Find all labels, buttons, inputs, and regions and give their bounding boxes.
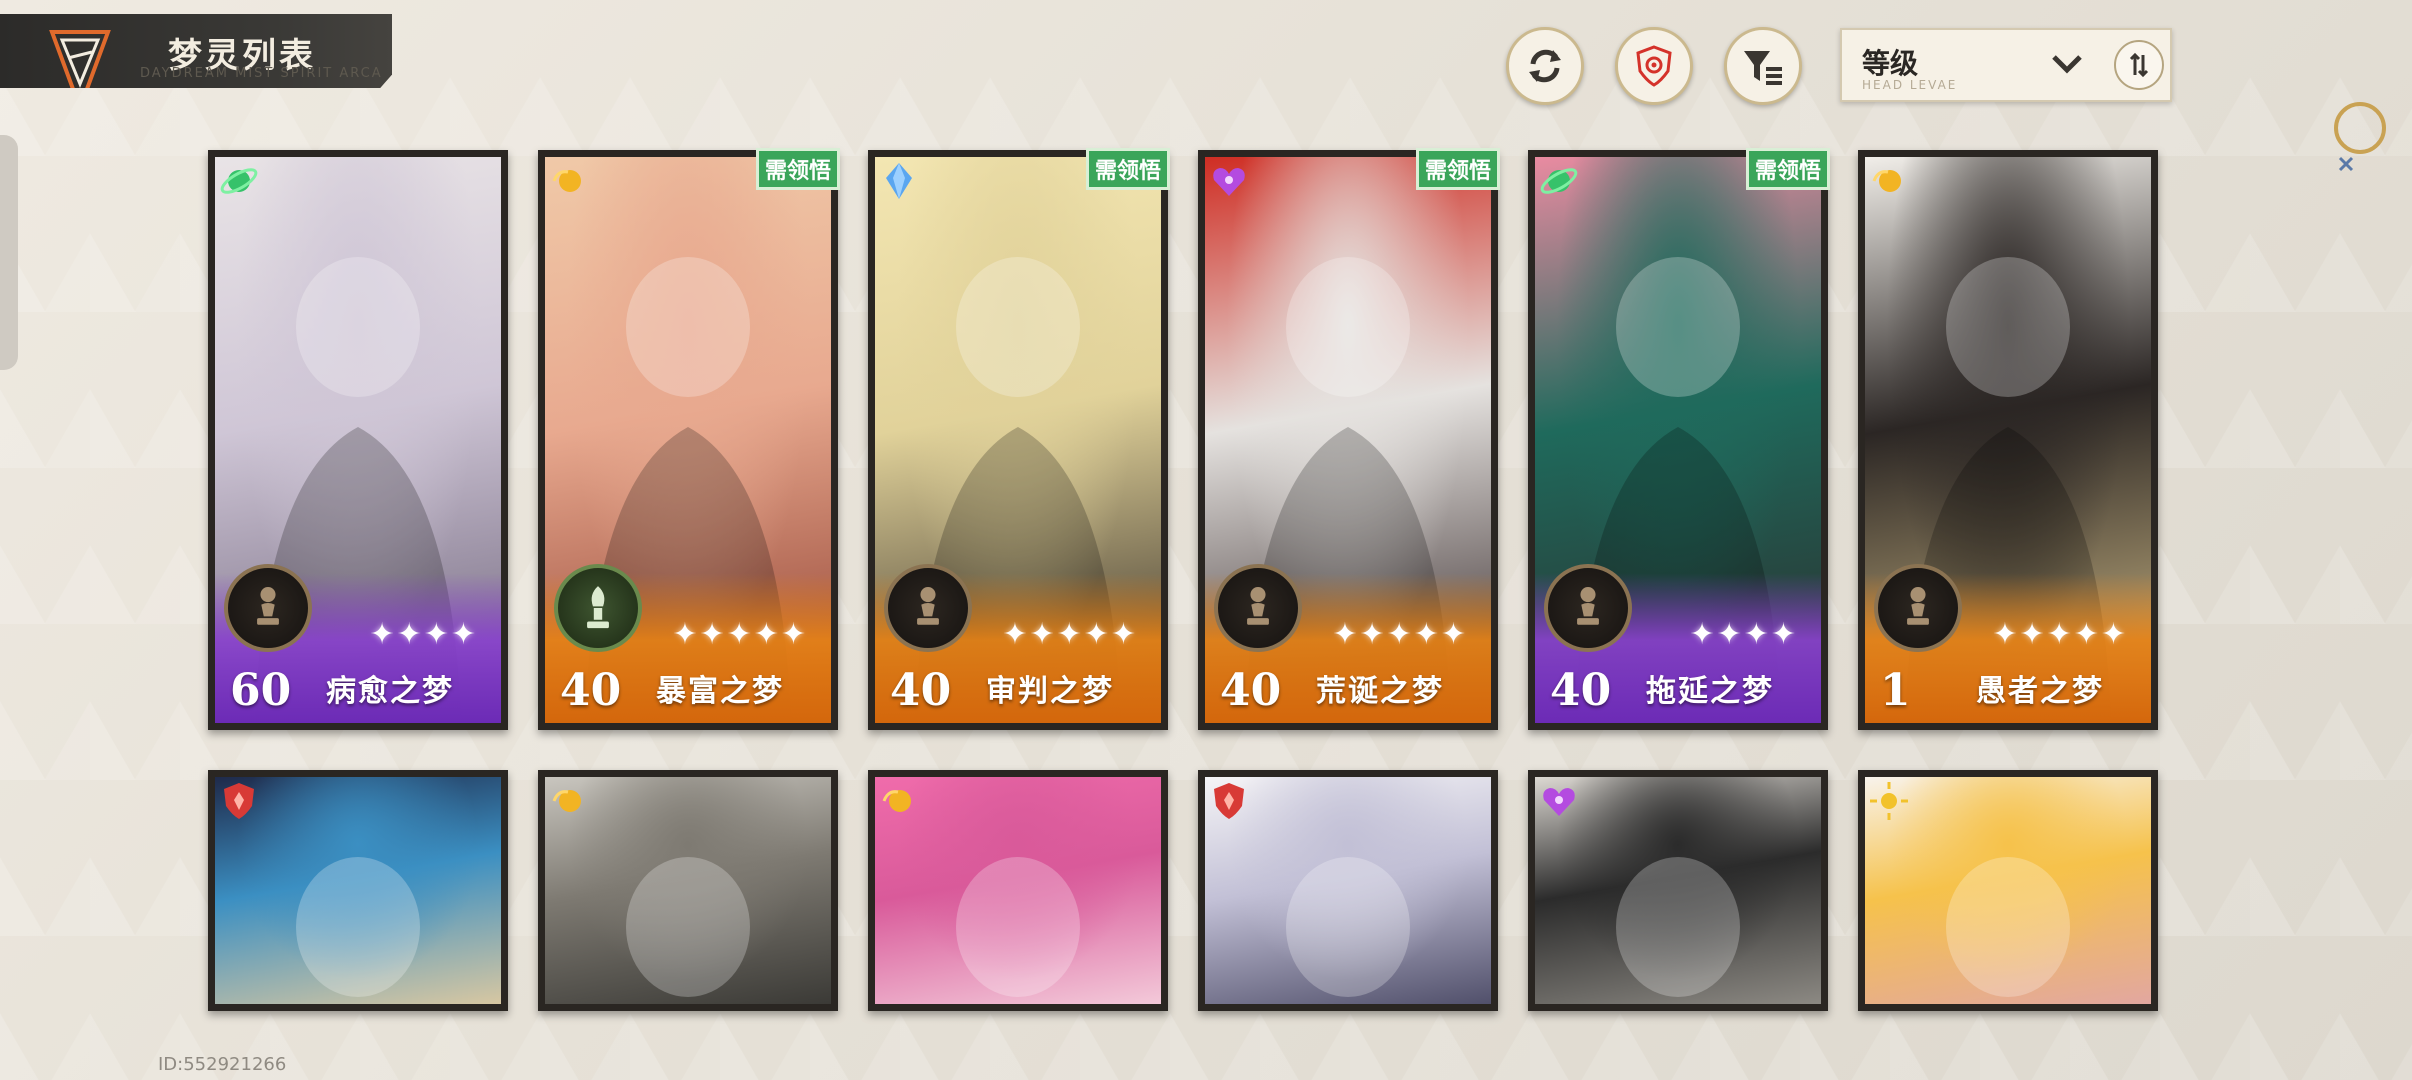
pawn-icon [1874,564,1962,652]
star-rating: ✦✦✦✦✦ [1332,617,1468,652]
pawn-icon [1544,564,1632,652]
comprehension-required-tag: 需领悟 [1085,148,1170,190]
sort-dropdown[interactable]: 等级 HEAD LEVAE [1840,28,2172,102]
spirit-card[interactable]: ✦✦✦✦✦ 40 荒诞之梦 需领悟 [1198,148,1500,730]
gold-orb-icon [548,160,590,202]
comprehension-required-tag: 需领悟 [1745,148,1830,190]
comprehension-required-tag: 需领悟 [1415,148,1500,190]
spirit-card[interactable] [538,770,838,1011]
gold-orb-icon [548,780,590,822]
shield-target-icon [1636,45,1672,87]
spirit-card[interactable]: ✦✦✦✦ 60 病愈之梦 [208,150,508,730]
spirit-level: 40 [890,665,952,716]
green-orb-icon [218,160,260,202]
side-drawer-handle[interactable] [0,135,18,370]
spirit-name: 愚者之梦 [1976,674,2104,709]
purple-heart-icon [1538,780,1580,822]
spirit-card[interactable]: ✦✦✦✦✦ 40 审判之梦 需领悟 [868,148,1170,730]
spirit-card[interactable] [1198,770,1498,1011]
spirit-name: 荒诞之梦 [1316,674,1444,709]
spirit-level: 60 [230,665,292,716]
red-shield-icon [218,780,260,822]
star-rating: ✦✦✦✦ [1689,617,1798,652]
page-title-bar: 梦灵列表 DAYDREAM MIST SPIRIT ARCA [0,14,392,88]
blue-crystal-icon [878,160,920,202]
gold-orb-icon [878,780,920,822]
spirit-card[interactable] [1528,770,1828,1011]
spirit-card[interactable]: ✦✦✦✦✦ 1 愚者之梦 [1858,150,2158,730]
red-shield-icon [1208,780,1250,822]
filter-button[interactable] [1724,27,1802,105]
spirit-name: 暴富之梦 [656,674,784,709]
chevron-down-icon [2052,55,2082,74]
star-rating: ✦✦✦✦✦ [1992,617,2128,652]
spirit-card[interactable] [868,770,1168,1011]
comprehension-required-tag: 需领悟 [755,148,840,190]
pawn-icon [224,564,312,652]
spirit-level: 1 [1880,665,1911,716]
sort-direction-button[interactable] [2114,40,2164,90]
spirit-card[interactable] [208,770,508,1011]
star-rating: ✦✦✦✦ [369,617,478,652]
green-orb-icon [1538,160,1580,202]
spirit-card[interactable]: ✦✦✦✦ 40 拖延之梦 需领悟 [1528,148,1830,730]
spirit-level: 40 [1220,665,1282,716]
spirit-level: 40 [560,665,622,716]
user-id-label: ID:552921266 [158,1054,287,1075]
filter-icon [1744,51,1782,85]
spirit-card[interactable]: ✦✦✦✦✦ 40 暴富之梦 需领悟 [538,148,840,730]
decorative-ring-icon [2334,102,2386,172]
gold-sun-icon [1868,780,1910,822]
star-rating: ✦✦✦✦✦ [672,617,808,652]
refresh-button[interactable] [1506,27,1584,105]
spirit-card[interactable] [1858,770,2158,1011]
bishop-icon [554,564,642,652]
refresh-icon [1529,49,1561,83]
sort-label: 等级 [1862,47,1919,80]
sort-direction-icon [2129,52,2149,78]
purple-heart-icon [1208,160,1250,202]
shield-target-button[interactable] [1615,27,1693,105]
spirit-name: 病愈之梦 [326,674,454,709]
gold-orb-icon [1868,160,1910,202]
sort-sublabel: HEAD LEVAE [1862,78,1958,92]
pawn-icon [884,564,972,652]
star-rating: ✦✦✦✦✦ [1002,617,1138,652]
page-subtitle: DAYDREAM MIST SPIRIT ARCA [140,66,383,81]
pawn-icon [1214,564,1302,652]
spirit-level: 40 [1550,665,1612,716]
spirit-name: 审判之梦 [986,674,1114,709]
spirit-name: 拖延之梦 [1646,674,1774,709]
